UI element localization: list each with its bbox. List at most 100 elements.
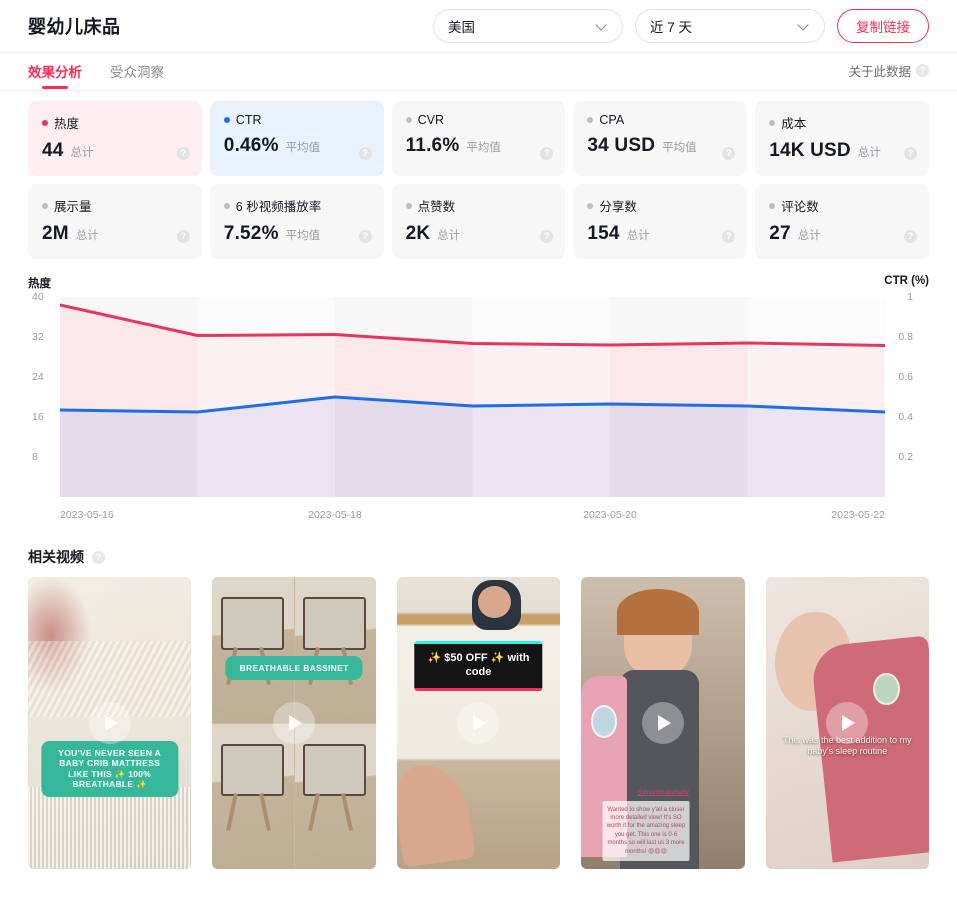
metric-unit: 平均值 [285,230,321,242]
help-icon[interactable]: ? [722,230,736,243]
metric-card[interactable]: 热度 44 总计? [28,101,202,176]
metric-card[interactable]: 分享数 154 总计? [573,184,748,259]
performance-chart: 热度 CTR (%) 8 16 24 32 40 0.2 0.4 0.6 0.8 1 2023-0… [28,275,929,525]
help-icon[interactable]: ? [916,64,929,77]
tab-performance-analysis[interactable]: 效果分析 [28,61,82,89]
metric-value-row: 2K 总计 [406,223,552,245]
person-silhouette [478,585,512,618]
logo-badge [873,673,900,706]
metric-card-label: CPA [587,113,733,127]
chart-canvas[interactable] [60,297,885,497]
video-caption: Wanted to show y'all a closer more detai… [602,800,690,861]
metric-value-row: 44 总计 [42,140,188,162]
metric-name: CTR [235,113,262,127]
related-video-card[interactable]: YOU'VE NEVER SEEN A BABY CRIB MATTRESS L… [28,577,192,869]
metric-name: 评论数 [781,200,819,214]
metric-unit: 总计 [857,147,881,159]
metric-card[interactable]: CPA 34 USD 平均值? [573,101,748,176]
metric-unit: 总计 [75,230,99,242]
metric-card[interactable]: CTR 0.46% 平均值? [209,101,384,176]
y-axis-tick-left: 40 [32,291,44,303]
metric-dot-icon [42,119,48,126]
play-icon[interactable] [273,702,316,744]
metric-value: 7.52% [223,223,279,244]
metric-value: 11.6% [405,135,460,156]
date-range-select-value: 近 7 天 [650,20,693,35]
help-icon[interactable]: ? [176,147,190,160]
metric-card-label: 热度 [42,113,188,132]
help-icon[interactable]: ? [176,230,190,243]
metric-unit: 总计 [626,230,650,242]
related-video-card[interactable]: BREATHABLE BASSINET [212,577,376,869]
metric-card-label: 展示量 [42,196,188,215]
help-icon[interactable]: ? [92,550,105,564]
metric-unit: 平均值 [466,142,501,154]
metric-unit: 总计 [437,230,461,242]
metric-name: 热度 [54,117,80,131]
y-axis-tick-right: 0.2 [898,451,913,463]
play-icon[interactable] [88,702,131,744]
region-select-value: 美国 [448,20,475,35]
help-icon[interactable]: ? [358,230,372,243]
tab-audience-insights[interactable]: 受众洞察 [110,61,164,89]
chart-svg [60,297,885,497]
play-icon[interactable] [641,702,684,744]
metric-card[interactable]: CVR 11.6% 平均值? [391,101,566,176]
play-icon[interactable] [826,702,869,744]
about-data-label: 关于此数据 [848,65,911,79]
metric-value: 0.46% [223,135,279,156]
metric-dot-icon [769,119,776,126]
about-data-link[interactable]: 关于此数据 ? [848,61,929,80]
help-icon[interactable]: ? [540,147,554,160]
related-video-card[interactable]: @dreambabybaby Wanted to show y'all a clo… [581,577,745,869]
metric-card[interactable]: 点赞数 2K 总计? [391,184,566,259]
metric-card-label: CTR [223,113,370,127]
help-icon[interactable]: ? [904,147,917,160]
metric-dot-icon [587,202,594,209]
x-axis-tick: 2023-05-22 [831,509,885,521]
metric-card[interactable]: 评论数 27 总计? [755,184,929,259]
header-controls: 美国 近 7 天 复制链接 [433,9,929,43]
metric-unit: 平均值 [285,142,321,154]
help-icon[interactable]: ? [358,147,372,160]
metric-value-row: 14K USD 总计 [769,140,915,162]
metric-card[interactable]: 展示量 2M 总计? [28,184,202,259]
metric-value-row: 27 总计 [769,223,915,245]
chart-right-axis-title: CTR (%) [884,275,929,287]
metric-card[interactable]: 6 秒视频播放率 7.52% 平均值? [209,184,384,259]
video-author-handle: @dreambabybaby [636,790,689,797]
metric-card-label: 评论数 [769,196,915,215]
help-icon[interactable]: ? [722,147,736,160]
metric-unit: 总计 [797,230,821,242]
metric-dot-icon [405,202,412,209]
y-axis-tick-left: 16 [32,411,44,423]
region-select[interactable]: 美国 [433,9,623,43]
play-icon[interactable] [457,702,500,744]
metric-name: 点赞数 [417,200,456,214]
chevron-down-icon [596,20,608,32]
video-caption: ✨ $50 OFF ✨ with code [414,641,543,691]
metric-card-label: CVR [405,113,552,127]
page-title: 婴幼儿床品 [28,17,121,37]
metric-value-row: 2M 总计 [42,223,188,245]
metric-value-row: 11.6% 平均值 [406,135,552,157]
metric-dot-icon [405,117,412,123]
x-axis-tick: 2023-05-18 [308,509,362,521]
metric-card-label: 成本 [769,113,915,132]
related-videos-header: 相关视频 ? [28,547,929,567]
metric-value-row: 7.52% 平均值 [224,223,370,245]
help-icon[interactable]: ? [904,230,917,243]
chart-plot-area: 8 16 24 32 40 0.2 0.4 0.6 0.8 1 [28,291,929,497]
date-range-select[interactable]: 近 7 天 [635,9,825,43]
metric-card[interactable]: 成本 14K USD 总计? [755,101,929,176]
video-caption: YOU'VE NEVER SEEN A BABY CRIB MATTRESS L… [41,740,179,798]
metric-unit: 总计 [70,147,94,159]
metric-value-row: 0.46% 平均值 [224,135,370,157]
y-axis-tick-right: 0.6 [898,371,913,383]
copy-link-button[interactable]: 复制链接 [837,9,929,43]
metric-value: 27 [769,223,791,244]
related-video-card[interactable]: This was the best addition to my baby's … [765,577,929,869]
tab-bar: 效果分析 受众洞察 关于此数据 ? [0,53,957,91]
help-icon[interactable]: ? [540,230,554,243]
related-video-card[interactable]: ✨ $50 OFF ✨ with code [396,577,561,869]
